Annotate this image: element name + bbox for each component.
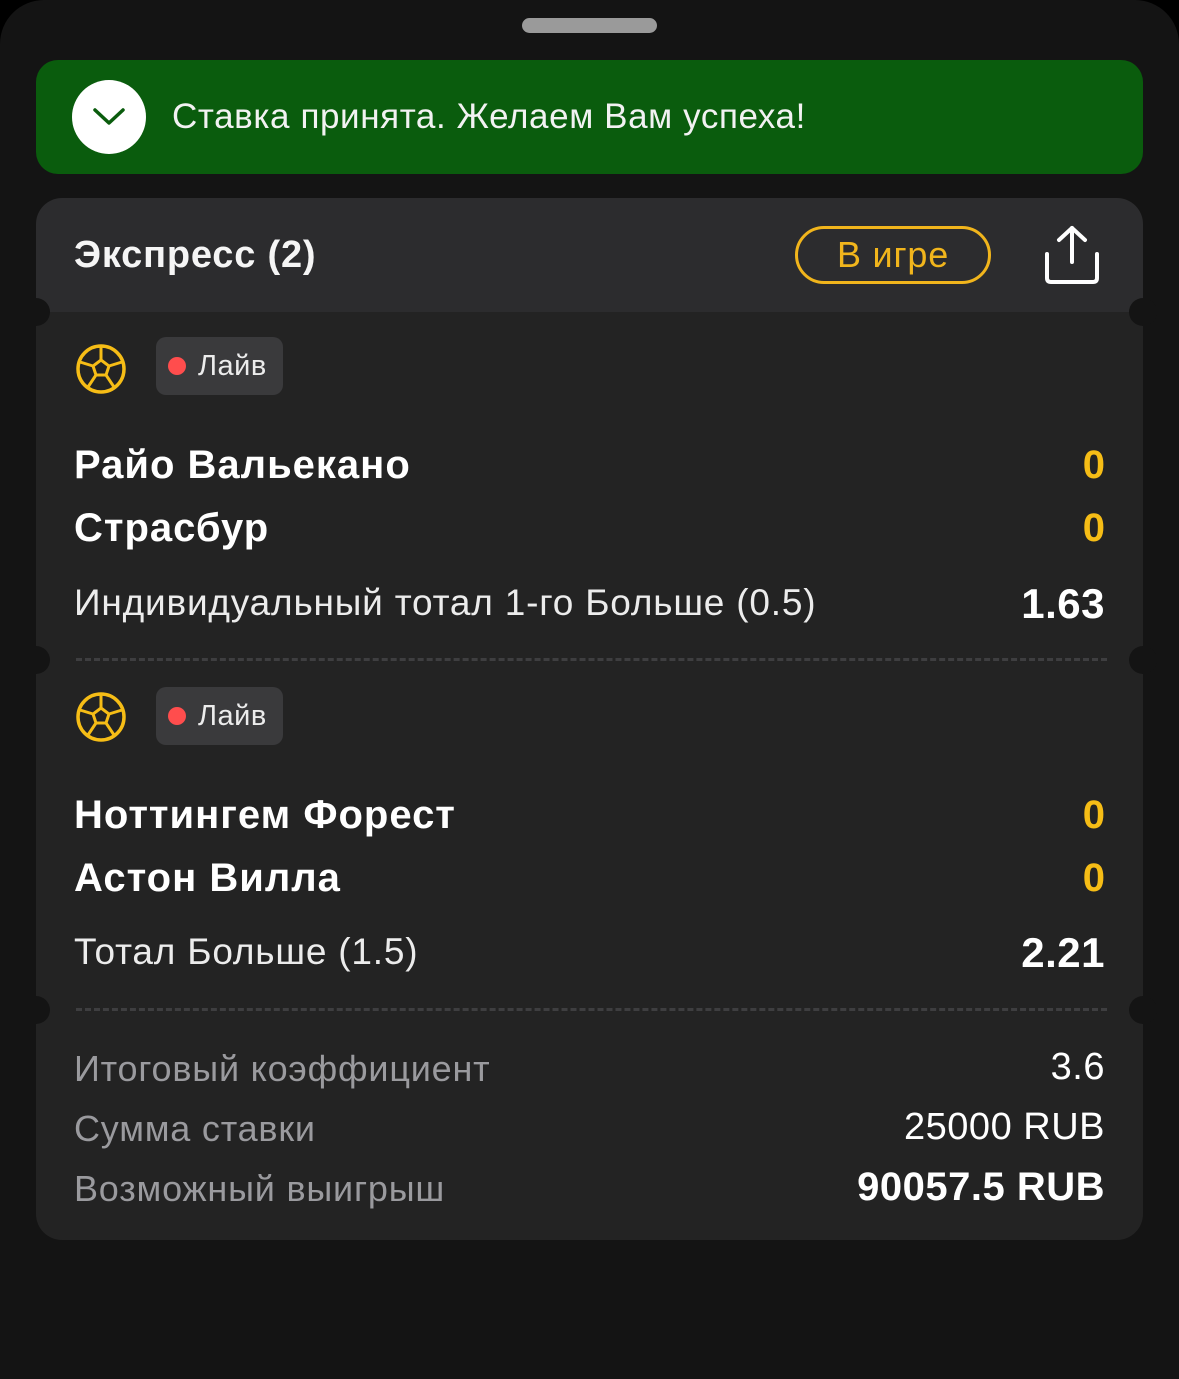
live-dot (168, 707, 186, 725)
stake-value: 25000 RUB (904, 1106, 1105, 1148)
bet-card-header: Экспресс (2) В игре (36, 198, 1143, 312)
football-icon (76, 692, 126, 742)
toast-message: Ставка принята. Желаем Вам успеха! (172, 97, 806, 136)
score-home: 0 (1082, 793, 1105, 837)
team-away: Страсбур (74, 506, 270, 550)
market-name: Индивидуальный тотал 1-го Больше (0.5) (74, 582, 817, 623)
live-label: Лайв (198, 349, 267, 382)
live-label: Лайв (198, 699, 267, 732)
odds-value: 2.21 (1021, 929, 1105, 976)
football-icon (76, 344, 126, 394)
bet-status-badge: В игре (795, 226, 991, 284)
score-away: 0 (1082, 856, 1105, 900)
dashed-divider (76, 1008, 1107, 1011)
live-badge: Лайв (156, 687, 283, 745)
market-name: Тотал Больше (1.5) (74, 931, 419, 972)
team-home: Райо Вальекано (74, 443, 411, 487)
stake-label: Сумма ставки (74, 1108, 316, 1149)
team-home: Ноттингем Форест (74, 793, 456, 837)
success-toast: Ставка принята. Желаем Вам успеха! (36, 60, 1143, 174)
payout-label: Возможный выигрыш (74, 1168, 446, 1209)
live-badge: Лайв (156, 337, 283, 395)
share-button[interactable] (1040, 222, 1104, 288)
bet-slip-sheet: Ставка принята. Желаем Вам успеха! Экспр… (0, 0, 1179, 1379)
bet-summary: Итоговый коэффициент 3.6 Сумма ставки 25… (22, 996, 1157, 1240)
event-card-1[interactable]: Лайв Райо Вальекано 0 Страсбур 0 Индивид… (22, 298, 1157, 660)
total-odds-label: Итоговый коэффициент (74, 1048, 491, 1089)
odds-value: 1.63 (1021, 580, 1105, 627)
team-away: Астон Вилла (74, 856, 341, 900)
event-card-2[interactable]: Лайв Ноттингем Форест 0 Астон Вилла 0 То… (22, 646, 1157, 1010)
share-icon (1045, 226, 1099, 284)
total-odds-value: 3.6 (1050, 1046, 1105, 1088)
bet-status-label: В игре (836, 234, 950, 275)
chevron-down-icon[interactable] (72, 80, 146, 154)
sheet-grabber-handle[interactable] (522, 18, 657, 33)
score-away: 0 (1082, 506, 1105, 550)
bet-type-title: Экспресс (2) (74, 234, 317, 276)
payout-value: 90057.5 RUB (857, 1165, 1105, 1209)
dashed-divider (76, 658, 1107, 661)
live-dot (168, 357, 186, 375)
score-home: 0 (1082, 443, 1105, 487)
